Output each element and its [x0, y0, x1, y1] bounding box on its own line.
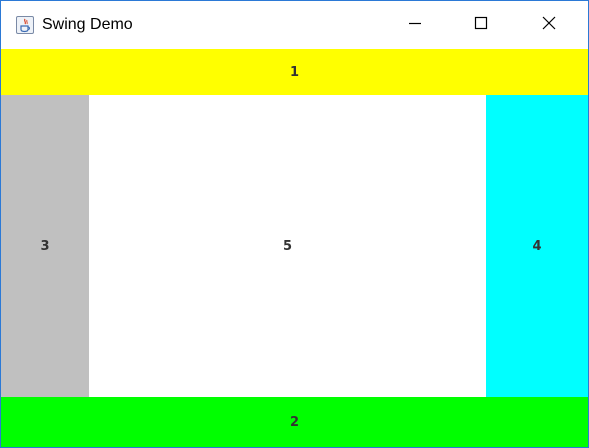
east-label: 4	[532, 238, 542, 254]
west-label: 3	[40, 238, 50, 254]
close-button[interactable]	[520, 1, 578, 49]
content-pane: 1 3 5 4 2	[1, 49, 588, 447]
minimize-button[interactable]	[386, 1, 444, 49]
center-region: 5	[89, 95, 486, 397]
north-label: 1	[289, 64, 300, 80]
swing-demo-window: Swing Demo 1 3 5 4 2	[0, 0, 589, 448]
maximize-icon	[474, 16, 488, 35]
north-region: 1	[1, 49, 588, 95]
title-bar[interactable]: Swing Demo	[1, 1, 588, 49]
java-icon[interactable]	[16, 16, 34, 34]
window-title: Swing Demo	[42, 16, 133, 33]
minimize-icon	[408, 16, 422, 35]
center-label: 5	[282, 238, 293, 254]
close-icon	[542, 16, 556, 35]
east-region: 4	[486, 95, 588, 397]
west-region: 3	[1, 95, 89, 397]
south-label: 2	[289, 414, 300, 430]
south-region: 2	[1, 397, 588, 447]
maximize-button[interactable]	[452, 1, 510, 49]
